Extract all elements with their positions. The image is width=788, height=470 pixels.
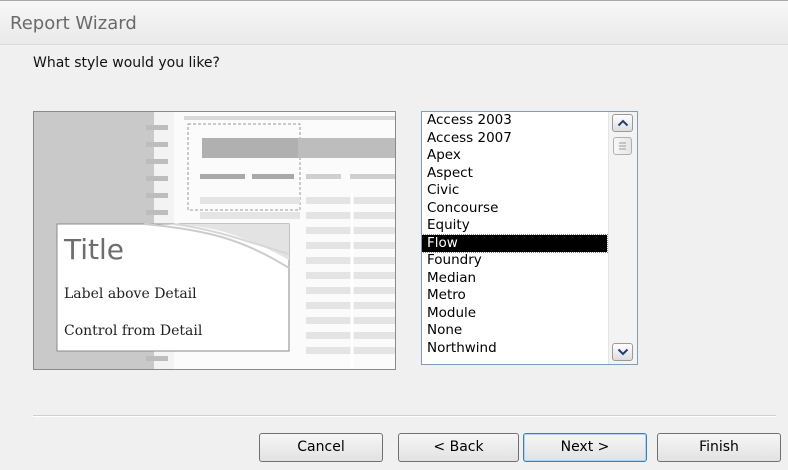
style-list-item[interactable]: Flow: [422, 233, 608, 253]
back-button[interactable]: < Back: [398, 433, 519, 462]
footer-separator: [33, 415, 776, 417]
style-preview: Title Label above Detail Control from De…: [33, 111, 396, 370]
grip-icon: [619, 142, 626, 150]
style-list-item[interactable]: Equity: [422, 217, 607, 235]
style-list-item[interactable]: Northwind: [422, 340, 607, 358]
preview-label-text: Label above Detail: [64, 286, 197, 302]
style-list-item[interactable]: Access 2007: [422, 130, 607, 148]
style-list-item[interactable]: Foundry: [422, 252, 607, 270]
window-title: Report Wizard: [10, 13, 137, 34]
chevron-down-icon: [617, 348, 629, 356]
report-wizard-dialog: Report Wizard What style would you like?: [0, 0, 788, 470]
cancel-button[interactable]: Cancel: [259, 433, 383, 462]
style-question: What style would you like?: [33, 55, 220, 71]
next-button[interactable]: Next >: [523, 433, 647, 462]
style-list-scrollbar[interactable]: [608, 112, 637, 364]
title-bar: Report Wizard: [0, 1, 788, 45]
scroll-up-button[interactable]: [612, 114, 633, 132]
style-list-item[interactable]: Concourse: [422, 200, 607, 218]
style-list-item[interactable]: Aspect: [422, 165, 607, 183]
preview-control-text: Control from Detail: [64, 323, 203, 339]
preview-title: Title: [64, 233, 125, 266]
style-list-item[interactable]: Access 2003: [422, 112, 607, 130]
chevron-up-icon: [617, 119, 629, 127]
scroll-down-button[interactable]: [612, 343, 633, 361]
style-list-item[interactable]: Apex: [422, 147, 607, 165]
style-list-item[interactable]: Median: [422, 270, 607, 288]
scroll-thumb[interactable]: [613, 137, 632, 155]
style-list-item[interactable]: None: [422, 322, 607, 340]
style-list-item[interactable]: Civic: [422, 182, 607, 200]
style-list-items: Access 2003 Access 2007 Apex Aspect Civic Con…: [422, 112, 608, 358]
finish-button[interactable]: Finish: [657, 433, 781, 462]
style-listbox[interactable]: Access 2003 Access 2007 Apex Aspect Civic Con…: [421, 111, 638, 365]
style-list-item[interactable]: Metro: [422, 287, 607, 305]
style-list-item[interactable]: Module: [422, 305, 607, 323]
